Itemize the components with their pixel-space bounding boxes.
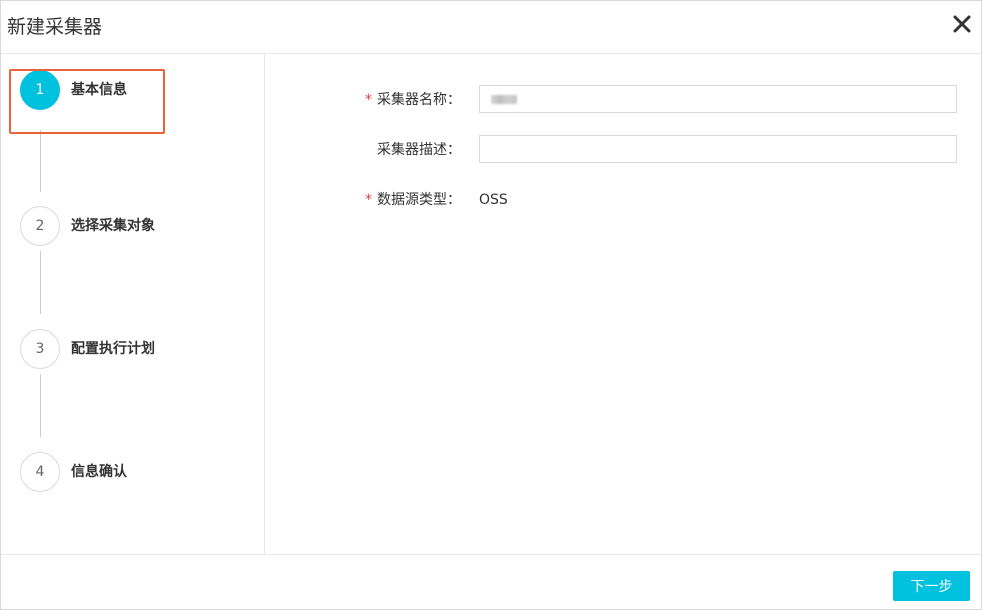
- new-collector-dialog: 新建采集器 1 基本信息 2 选择采集对象 3 配置执行计划 4 信息确认 * …: [0, 0, 982, 610]
- step-number-circle: 1: [20, 70, 60, 110]
- step-number-circle: 2: [20, 206, 60, 246]
- dialog-title: 新建采集器: [7, 16, 103, 38]
- step-connector-line: [40, 251, 41, 314]
- dialog-footer: 下一步: [1, 554, 981, 609]
- next-step-button[interactable]: 下一步: [893, 571, 970, 601]
- step-number-circle: 4: [20, 452, 60, 492]
- dialog-header: 新建采集器: [1, 1, 981, 54]
- collector-desc-label: 采集器描述：: [377, 142, 461, 158]
- collector-name-input[interactable]: [479, 85, 957, 113]
- source-type-label: * 数据源类型：: [365, 191, 461, 209]
- step-basic-info[interactable]: 1 基本信息: [20, 70, 260, 112]
- required-mark: *: [365, 92, 372, 108]
- step-connector-line: [40, 374, 41, 437]
- collector-name-label: * 采集器名称：: [365, 91, 461, 109]
- step-label: 基本信息: [71, 82, 127, 98]
- close-icon[interactable]: [951, 13, 973, 35]
- collector-desc-input[interactable]: [479, 135, 957, 163]
- step-connector-line: [40, 130, 41, 192]
- source-type-row: * 数据源类型： OSS: [265, 186, 981, 216]
- step-label: 选择采集对象: [71, 218, 155, 234]
- redacted-value: [491, 95, 517, 104]
- required-mark: *: [365, 192, 372, 208]
- step-label: 信息确认: [71, 464, 127, 480]
- source-type-label-text: 数据源类型：: [377, 192, 461, 208]
- source-type-value: OSS: [479, 192, 508, 208]
- step-confirm[interactable]: 4 信息确认: [20, 452, 260, 494]
- step-select-objects[interactable]: 2 选择采集对象: [20, 206, 260, 248]
- collector-name-row: * 采集器名称：: [265, 85, 981, 115]
- step-number-circle: 3: [20, 329, 60, 369]
- step-schedule[interactable]: 3 配置执行计划: [20, 329, 260, 371]
- collector-desc-row: 采集器描述：: [265, 135, 981, 165]
- collector-name-label-text: 采集器名称：: [377, 92, 461, 108]
- form-area: * 采集器名称： 采集器描述： * 数据源类型： OSS: [265, 54, 981, 554]
- step-label: 配置执行计划: [71, 341, 155, 357]
- steps-panel: 1 基本信息 2 选择采集对象 3 配置执行计划 4 信息确认: [1, 54, 265, 554]
